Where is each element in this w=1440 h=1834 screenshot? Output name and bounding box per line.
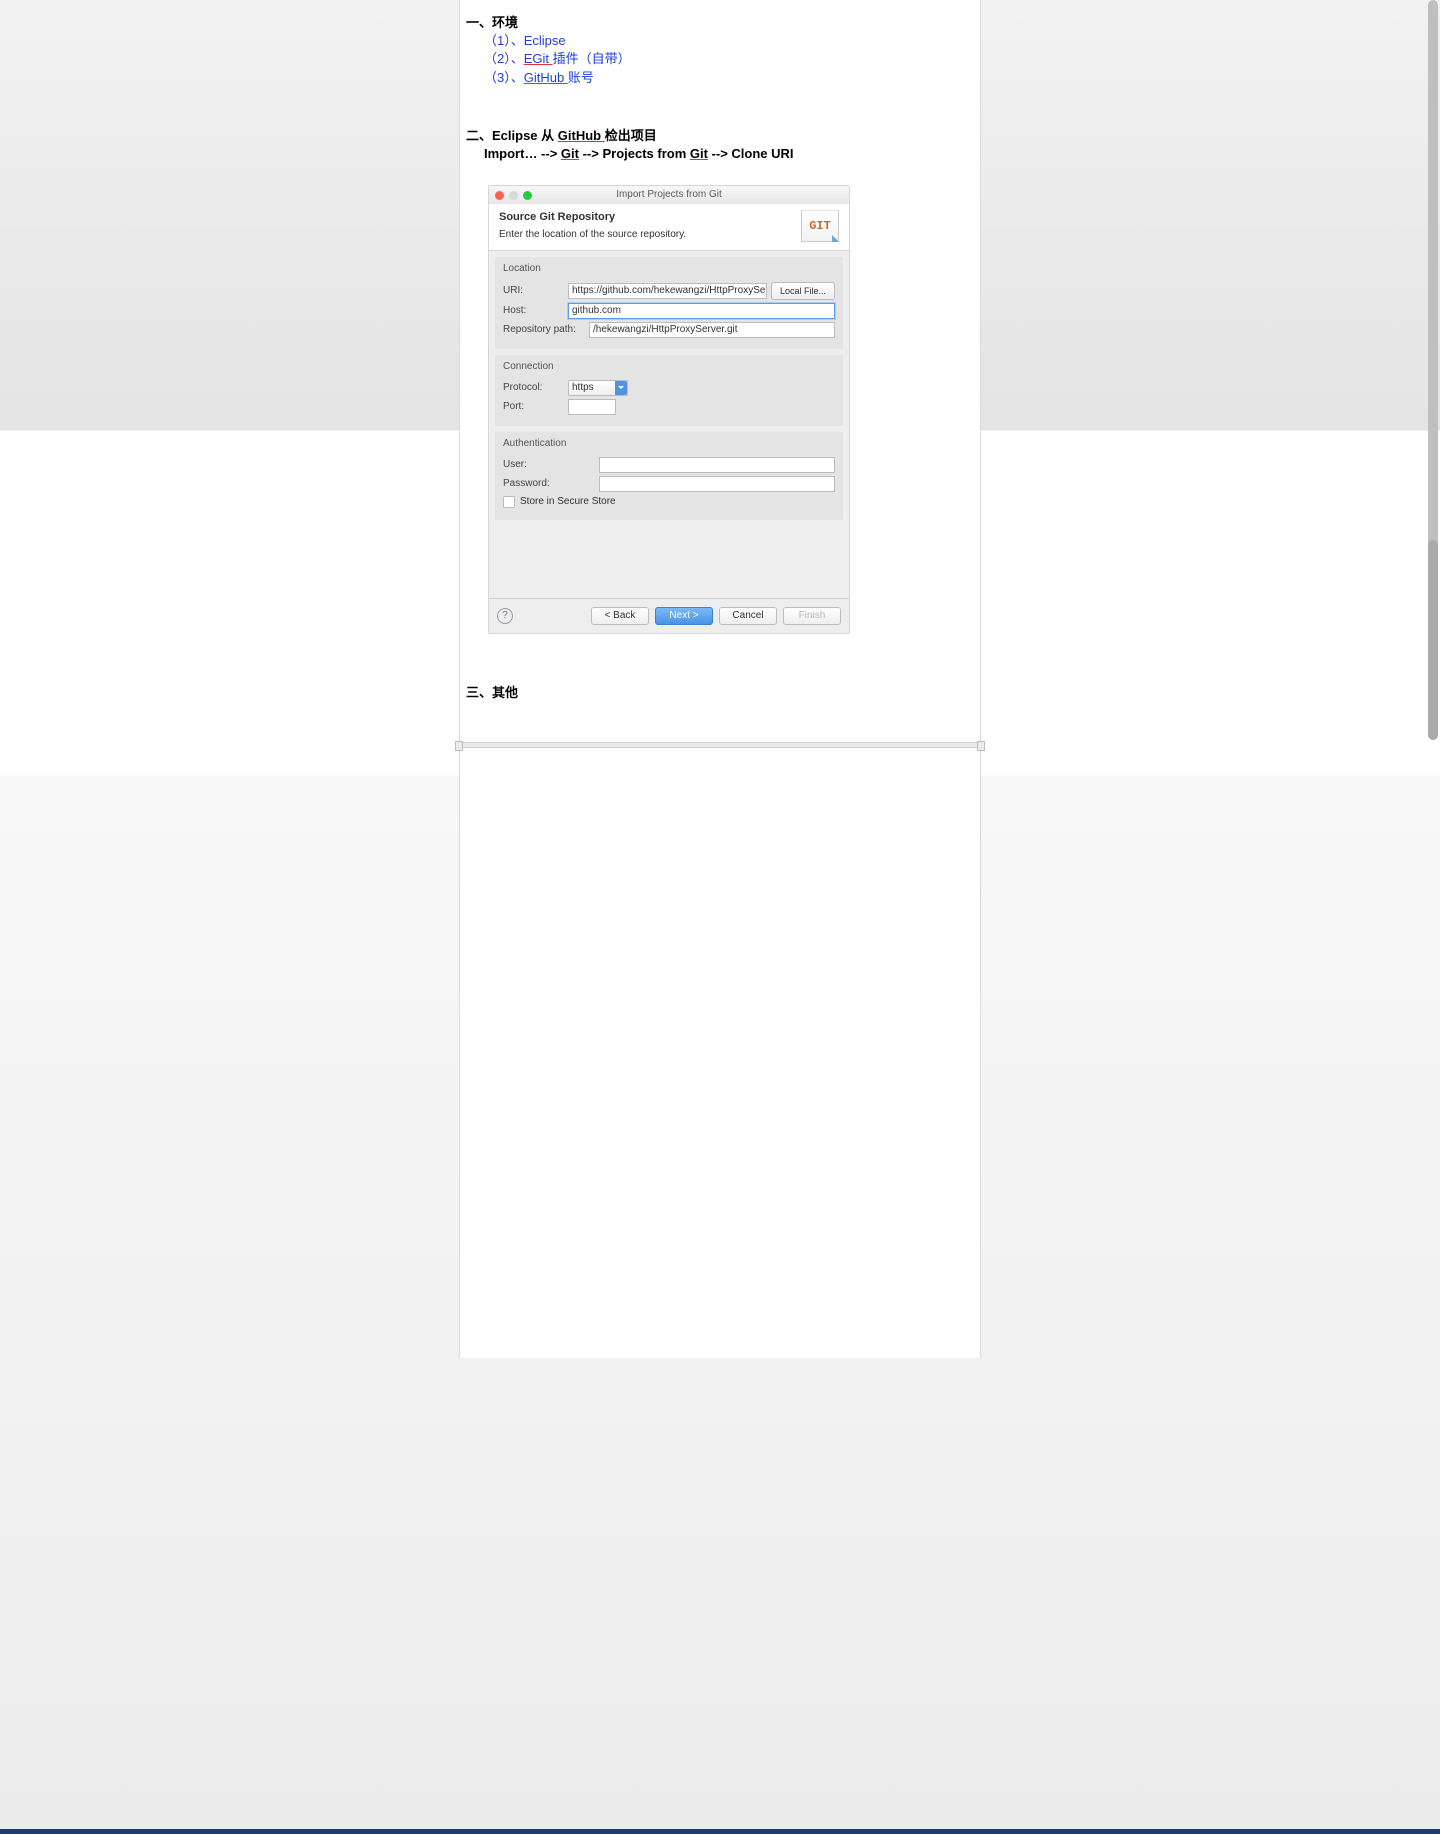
section-2-t1u: GitHub bbox=[558, 128, 605, 143]
help-icon[interactable]: ? bbox=[497, 608, 513, 624]
item-3-prefix: （3）、 bbox=[484, 70, 524, 85]
user-input[interactable] bbox=[599, 457, 835, 473]
section-3-title: 其他 bbox=[492, 685, 518, 700]
password-input[interactable] bbox=[599, 476, 835, 492]
banner-subtitle: Enter the location of the source reposit… bbox=[499, 228, 686, 242]
document-page: 一、环境 （1）、Eclipse （2）、EGit 插件（自带） （3）、Git… bbox=[459, 0, 981, 1358]
item-3-underlined: GitHub bbox=[524, 70, 568, 85]
section-1: 一、环境 （1）、Eclipse （2）、EGit 插件（自带） （3）、Git… bbox=[466, 14, 980, 87]
section-1-num: 一、 bbox=[466, 15, 492, 30]
group-auth: Authentication User: Password: Store in … bbox=[495, 432, 843, 520]
item-2-underlined: EGit bbox=[524, 51, 553, 66]
item-3-tail: 账号 bbox=[568, 70, 594, 85]
item-1-prefix: （1）、 bbox=[484, 33, 524, 48]
section-1-title: 环境 bbox=[492, 15, 518, 30]
uri-label: URI: bbox=[503, 284, 568, 298]
section-3: 三、其他 bbox=[466, 684, 980, 702]
item-2-prefix: （2）、 bbox=[484, 51, 524, 66]
section-2-t1b: 检出项目 bbox=[605, 128, 657, 143]
user-label: User: bbox=[503, 458, 599, 472]
cancel-button[interactable]: Cancel bbox=[719, 607, 777, 625]
page-break bbox=[459, 742, 981, 748]
repo-path-label: Repository path: bbox=[503, 323, 589, 337]
item-1-text: Eclipse bbox=[524, 33, 566, 48]
git-logo-icon: GIT bbox=[801, 210, 839, 242]
browser-scrollbar-thumb[interactable] bbox=[1428, 540, 1438, 740]
banner-title: Source Git Repository bbox=[499, 210, 686, 225]
repo-path-input[interactable]: /hekewangzi/HttpProxyServer.git bbox=[589, 322, 835, 338]
group-location: Location URI: https://github.com/hekewan… bbox=[495, 257, 843, 349]
protocol-select[interactable]: https bbox=[568, 380, 628, 396]
local-file-button[interactable]: Local File... bbox=[771, 282, 835, 300]
close-dot-icon bbox=[495, 191, 504, 200]
minimize-dot-icon bbox=[509, 191, 518, 200]
path-c: --> Clone URI bbox=[708, 146, 794, 161]
secure-store-checkbox[interactable] bbox=[503, 496, 515, 508]
group-connection-header: Connection bbox=[503, 360, 835, 374]
section-3-num: 三、 bbox=[466, 685, 492, 700]
dialog-footer: ? < Back Next > Cancel Finish bbox=[489, 598, 849, 633]
back-button[interactable]: < Back bbox=[591, 607, 649, 625]
zoom-dot-icon bbox=[523, 191, 532, 200]
group-auth-header: Authentication bbox=[503, 437, 835, 451]
dialog-title: Import Projects from Git bbox=[616, 188, 722, 202]
path-a: Import… --> bbox=[484, 146, 561, 161]
item-2-tail: 插件（自带） bbox=[553, 51, 631, 66]
section-2-num: 二、 bbox=[466, 128, 492, 143]
taskbar[interactable] bbox=[0, 1829, 1440, 1834]
dialog-screenshot: Import Projects from Git Source Git Repo… bbox=[488, 185, 850, 634]
finish-button: Finish bbox=[783, 607, 841, 625]
port-input[interactable] bbox=[568, 399, 616, 415]
password-label: Password: bbox=[503, 477, 599, 491]
section-2-t1a: Eclipse 从 bbox=[492, 128, 558, 143]
group-location-header: Location bbox=[503, 262, 835, 276]
dialog-titlebar: Import Projects from Git bbox=[489, 186, 849, 204]
uri-input[interactable]: https://github.com/hekewangzi/HttpProxyS… bbox=[568, 283, 767, 299]
host-input[interactable]: github.com bbox=[568, 303, 835, 319]
dialog-banner: Source Git Repository Enter the location… bbox=[489, 204, 849, 251]
protocol-label: Protocol: bbox=[503, 381, 568, 395]
next-button[interactable]: Next > bbox=[655, 607, 713, 625]
path-u1: Git bbox=[561, 146, 579, 161]
section-2: 二、Eclipse 从 GitHub 检出项目 Import… --> Git … bbox=[466, 127, 980, 163]
host-label: Host: bbox=[503, 304, 568, 318]
group-connection: Connection Protocol: https Port: bbox=[495, 355, 843, 426]
port-label: Port: bbox=[503, 400, 568, 414]
secure-store-label: Store in Secure Store bbox=[520, 495, 616, 509]
path-u2: Git bbox=[690, 146, 708, 161]
path-b: --> Projects from bbox=[579, 146, 690, 161]
